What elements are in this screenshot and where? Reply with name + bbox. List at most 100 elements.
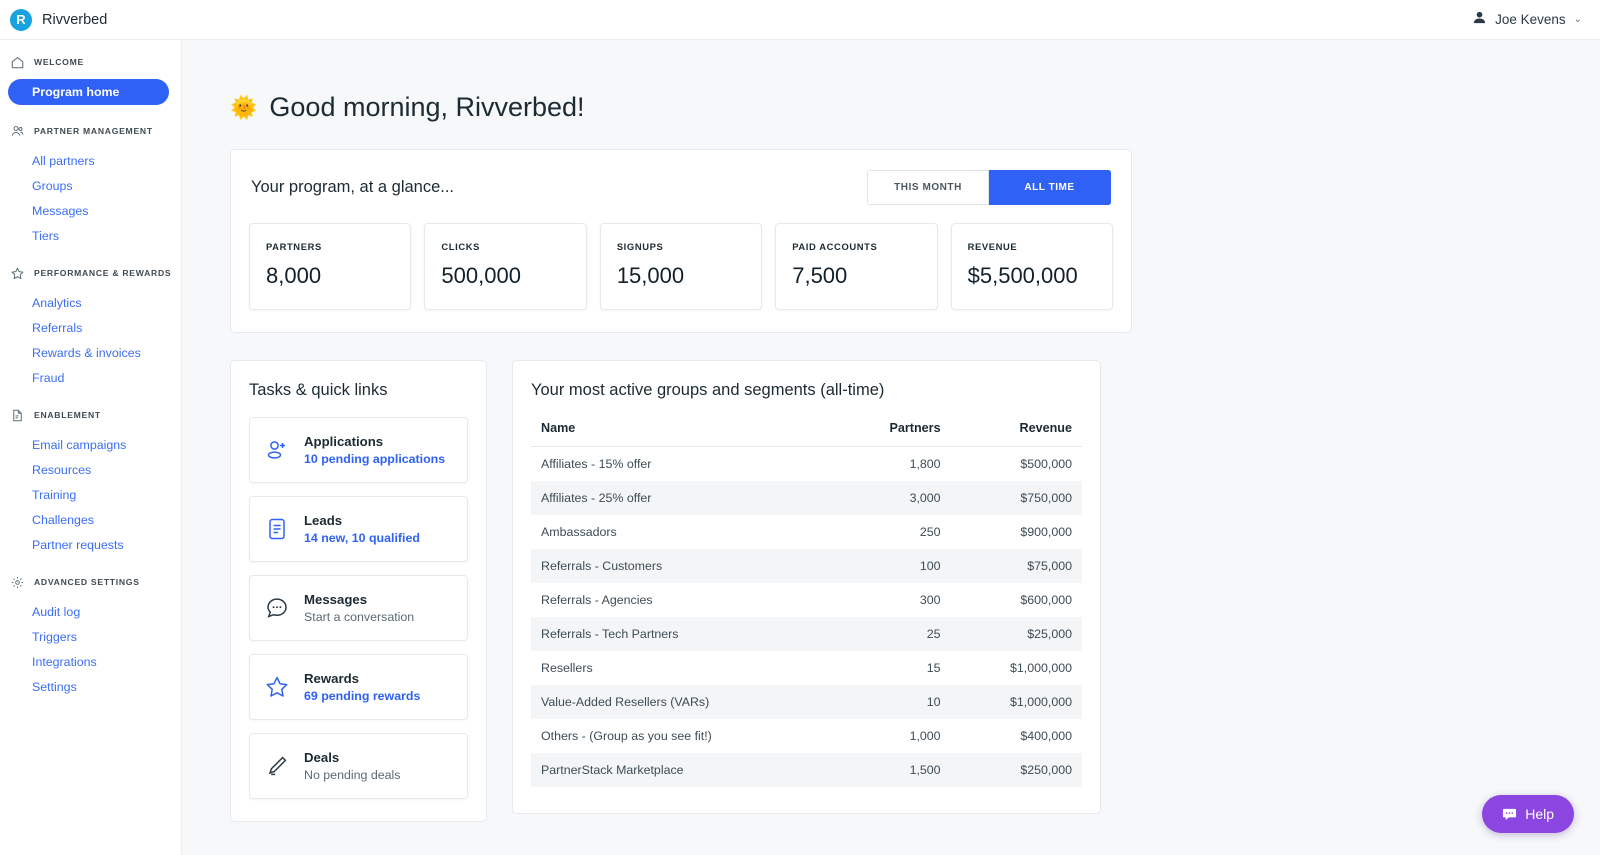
stat-card-paid-accounts[interactable]: PAID ACCOUNTS 7,500	[775, 223, 938, 310]
task-applications[interactable]: Applications 10 pending applications	[249, 417, 468, 483]
cell-name: Value-Added Resellers (VARs)	[541, 695, 710, 709]
sidebar-item-partner-requests[interactable]: Partner requests	[0, 532, 181, 557]
table-head: Name Partners Revenue	[531, 417, 1082, 447]
chat-help-icon	[1502, 807, 1517, 822]
page-title: 🌞 Good morning, Rivverbed!	[230, 92, 1600, 123]
home-icon	[10, 55, 25, 70]
column-header-name[interactable]: Name	[531, 417, 837, 447]
stat-label: PARTNERS	[266, 241, 322, 252]
task-subtitle[interactable]: 69 pending rewards	[304, 689, 420, 703]
sidebar-group-header: ADVANCED SETTINGS	[0, 574, 181, 590]
task-title: Messages	[304, 592, 368, 607]
app-root: R Rivverbed Joe Kevens ⌄ WELCOME Program…	[0, 0, 1600, 855]
table-row[interactable]: Ambassadors 250 $900,000	[531, 515, 1082, 549]
table-row[interactable]: PartnerStack Marketplace 1,500 $250,000	[531, 753, 1082, 787]
task-subtitle[interactable]: 14 new, 10 qualified	[304, 531, 420, 545]
task-deals[interactable]: Deals No pending deals	[249, 733, 468, 799]
stat-value: 15,000	[616, 263, 685, 288]
sidebar-item-fraud[interactable]: Fraud	[0, 365, 181, 390]
cell-name: Referrals - Tech Partners	[541, 627, 679, 641]
task-subtitle[interactable]: 10 pending applications	[304, 452, 445, 466]
table-row[interactable]: Value-Added Resellers (VARs) 10 $1,000,0…	[531, 685, 1082, 719]
sidebar-item-tiers[interactable]: Tiers	[0, 223, 181, 248]
groups-table: Name Partners Revenue Affiliates - 15% o…	[531, 417, 1082, 787]
sidebar-item-triggers[interactable]: Triggers	[0, 624, 181, 649]
greeting-text: Good morning, Rivverbed!	[269, 92, 585, 122]
task-text: Messages Start a conversation	[304, 592, 414, 624]
task-messages[interactable]: Messages Start a conversation	[249, 575, 468, 641]
table-row[interactable]: Affiliates - 25% offer 3,000 $750,000	[531, 481, 1082, 515]
sun-icon: 🌞	[230, 94, 258, 120]
sidebar-item-groups[interactable]: Groups	[0, 173, 181, 198]
cell-name: Others - (Group as you see fit!)	[541, 729, 712, 743]
sidebar-item-all-partners[interactable]: All partners	[0, 148, 181, 173]
table-row[interactable]: Others - (Group as you see fit!) 1,000 $…	[531, 719, 1082, 753]
cell-revenue: $900,000	[1020, 525, 1072, 539]
task-title: Rewards	[304, 671, 359, 686]
sidebar-group-performance-rewards: PERFORMANCE & REWARDS Analytics Referral…	[0, 265, 181, 390]
stat-card-partners[interactable]: PARTNERS 8,000	[249, 223, 412, 310]
table-row[interactable]: Referrals - Customers 100 $75,000	[531, 549, 1082, 583]
tasks-title: Tasks & quick links	[249, 381, 388, 399]
sidebar-item-settings[interactable]: Settings	[0, 674, 181, 699]
sidebar-item-integrations[interactable]: Integrations	[0, 649, 181, 674]
chevron-down-icon[interactable]: ⌄	[1574, 14, 1582, 25]
cell-partners: 1,000	[909, 729, 941, 743]
stat-card-signups[interactable]: SIGNUPS 15,000	[599, 223, 763, 310]
logo-icon: R	[10, 8, 32, 31]
sidebar-item-audit-log[interactable]: Audit log	[0, 599, 181, 624]
brand[interactable]: R Rivverbed	[10, 8, 107, 31]
sidebar-item-challenges[interactable]: Challenges	[0, 507, 181, 532]
main-content: 🌞 Good morning, Rivverbed! Your program,…	[182, 40, 1600, 855]
topbar: R Rivverbed Joe Kevens ⌄	[0, 0, 1600, 40]
cell-name: PartnerStack Marketplace	[541, 763, 684, 777]
glance-title: Your program, at a glance...	[251, 178, 455, 196]
cell-revenue: $750,000	[1020, 491, 1072, 505]
sidebar-item-rewards-invoices[interactable]: Rewards & invoices	[0, 340, 181, 365]
chat-bubble-icon	[264, 595, 290, 621]
sidebar-item-referrals[interactable]: Referrals	[0, 315, 181, 340]
people-icon	[10, 124, 25, 139]
sidebar-group-label: ADVANCED SETTINGS	[34, 577, 140, 587]
stat-card-clicks[interactable]: CLICKS 500,000	[424, 223, 587, 310]
date-range-toggle: THIS MONTH ALL TIME	[867, 170, 1111, 205]
cell-name: Affiliates - 25% offer	[541, 491, 652, 505]
task-text: Deals No pending deals	[304, 750, 400, 782]
table-row[interactable]: Referrals - Tech Partners 25 $25,000	[531, 617, 1082, 651]
sidebar-group-label: ENABLEMENT	[34, 410, 101, 420]
sidebar-item-resources[interactable]: Resources	[0, 457, 181, 482]
user-menu[interactable]: Joe Kevens ⌄	[1472, 10, 1582, 30]
task-rewards[interactable]: Rewards 69 pending rewards	[249, 654, 468, 720]
sidebar-group-advanced-settings: ADVANCED SETTINGS Audit log Triggers Int…	[0, 574, 181, 699]
tasks-card: Tasks & quick links Applications 10 pend…	[230, 360, 487, 822]
pencil-icon	[264, 753, 290, 779]
cell-partners: 3,000	[909, 491, 941, 505]
help-label: Help	[1525, 806, 1554, 822]
cell-partners: 1,800	[909, 457, 941, 471]
task-text: Rewards 69 pending rewards	[304, 671, 420, 703]
sidebar-item-training[interactable]: Training	[0, 482, 181, 507]
cell-revenue: $75,000	[1027, 559, 1072, 573]
sidebar-item-email-campaigns[interactable]: Email campaigns	[0, 432, 181, 457]
table-header-row: Name Partners Revenue	[531, 417, 1082, 447]
range-this-month-button[interactable]: THIS MONTH	[867, 170, 989, 205]
sidebar-item-messages[interactable]: Messages	[0, 198, 181, 223]
task-subtitle: Start a conversation	[304, 610, 415, 624]
table-row[interactable]: Resellers 15 $1,000,000	[531, 651, 1082, 685]
column-header-revenue[interactable]: Revenue	[950, 417, 1082, 447]
star-outline-icon	[264, 674, 290, 700]
help-button[interactable]: Help	[1482, 795, 1574, 833]
cell-partners: 10	[926, 695, 941, 709]
glance-card: Your program, at a glance... THIS MONTH …	[230, 149, 1132, 333]
range-all-time-button[interactable]: ALL TIME	[989, 170, 1111, 205]
task-subtitle: No pending deals	[304, 768, 401, 782]
user-name: Joe Kevens	[1495, 12, 1566, 27]
table-row[interactable]: Affiliates - 15% offer 1,800 $500,000	[531, 447, 1082, 482]
sidebar-item-analytics[interactable]: Analytics	[0, 290, 181, 315]
column-header-partners[interactable]: Partners	[836, 417, 951, 447]
sidebar: WELCOME Program home PARTNER MANAGEMENT …	[0, 40, 182, 855]
stat-card-revenue[interactable]: REVENUE $5,500,000	[950, 223, 1114, 310]
task-leads[interactable]: Leads 14 new, 10 qualified	[249, 496, 468, 562]
sidebar-item-program-home[interactable]: Program home	[8, 79, 169, 105]
table-row[interactable]: Referrals - Agencies 300 $600,000	[531, 583, 1082, 617]
